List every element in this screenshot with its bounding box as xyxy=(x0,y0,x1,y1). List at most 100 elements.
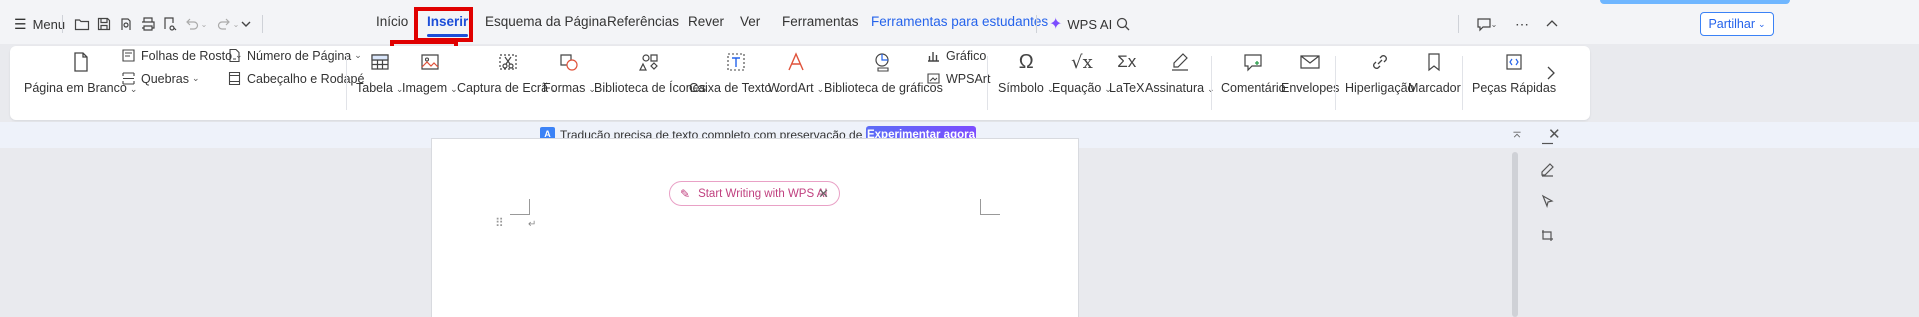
ribbon-divider xyxy=(1211,56,1212,110)
export-pdf-icon[interactable] xyxy=(116,14,136,34)
minimize-panel-icon[interactable] xyxy=(1538,134,1556,152)
scrollbar-thumb[interactable] xyxy=(1512,152,1518,317)
comment-menu-chevron-icon[interactable]: ⌄ xyxy=(1488,14,1500,34)
highlight-inserir-tab xyxy=(414,7,473,42)
paragraph-mark-icon: ↵ xyxy=(528,219,537,230)
wordart-button[interactable]: WordArt ⌄ xyxy=(768,49,824,95)
pen-icon: ✎ xyxy=(680,186,691,201)
symbol-label: Símbolo xyxy=(998,81,1044,95)
customize-toolbar-chevron-icon[interactable] xyxy=(236,14,256,34)
blank-page-icon xyxy=(68,49,94,75)
chart-library-label: Biblioteca de gráficos xyxy=(824,81,943,95)
tab-ver[interactable]: Ver xyxy=(740,14,760,29)
chart-button[interactable]: Gráfico xyxy=(926,48,986,63)
chart-library-button[interactable]: Biblioteca de gráficos xyxy=(824,49,943,95)
table-button[interactable]: Tabela ⌄ xyxy=(356,49,403,95)
cover-pages-icon xyxy=(122,49,135,62)
wordart-label: WordArt xyxy=(768,81,814,95)
tab-ferramentas[interactable]: Ferramentas xyxy=(782,14,859,29)
text-box-label: Caixa de Texto xyxy=(689,81,772,95)
comment-button[interactable]: Comentário xyxy=(1221,49,1286,95)
image-icon xyxy=(417,49,443,75)
breaks-button[interactable]: Quebras ⌄ xyxy=(121,71,200,86)
table-icon xyxy=(367,49,393,75)
close-icon[interactable]: ✕ xyxy=(818,186,829,202)
tab-esquema-da-pagina[interactable]: Esquema da Página xyxy=(485,14,607,29)
crop-icon[interactable] xyxy=(1538,226,1556,244)
margin-corner-right xyxy=(980,199,1000,215)
wps-ai-sparkle-icon: ✦ xyxy=(1049,16,1063,33)
scroll-up-icon[interactable] xyxy=(1512,130,1522,140)
page-number-button[interactable]: Número de Página ⌄ xyxy=(227,48,362,63)
signature-button[interactable]: Assinatura⌄ xyxy=(1145,49,1215,95)
ribbon-divider xyxy=(987,56,988,110)
breaks-label: Quebras xyxy=(141,71,189,86)
envelopes-button[interactable]: Envelopes xyxy=(1281,49,1339,95)
ai-prompt-label: Start Writing with WPS AI xyxy=(698,187,828,200)
hamburger-icon: ☰ xyxy=(14,15,27,32)
bookmark-icon xyxy=(1421,49,1447,75)
insert-ribbon: Página em Branco ⌄ Folhas de Rosto ⌄ Quebr… xyxy=(10,46,1590,120)
tab-inicio[interactable]: Início xyxy=(376,14,408,29)
quick-parts-icon xyxy=(1501,49,1527,75)
tab-rever[interactable]: Rever xyxy=(688,14,724,29)
hyperlink-button[interactable]: Hiperligação xyxy=(1345,49,1414,95)
page-number-icon xyxy=(229,48,240,63)
collapse-ribbon-icon[interactable] xyxy=(1542,14,1562,34)
latex-label: LaTeX xyxy=(1109,81,1145,95)
envelope-icon xyxy=(1297,49,1323,75)
latex-button[interactable]: Σx LaTeX xyxy=(1109,49,1144,95)
wps-ai-button[interactable]: ✦ WPS AI xyxy=(1049,12,1112,36)
divider xyxy=(262,15,263,33)
more-options-icon[interactable]: ⋯ xyxy=(1512,14,1532,34)
symbol-button[interactable]: Ω Símbolo ⌄ xyxy=(998,49,1054,96)
wpsart-label: WPSArt xyxy=(946,71,991,86)
share-button[interactable]: Partilhar ⌄ xyxy=(1700,12,1774,36)
header-footer-icon xyxy=(228,71,241,86)
image-label: Imagem xyxy=(402,81,448,95)
select-cursor-icon[interactable] xyxy=(1538,192,1556,210)
open-folder-icon[interactable] xyxy=(72,14,92,34)
ribbon-divider xyxy=(1335,56,1336,110)
cover-pages-label: Folhas de Rosto xyxy=(141,48,233,63)
save-icon[interactable] xyxy=(94,14,114,34)
bookmark-button[interactable]: Marcador xyxy=(1408,49,1461,95)
wpsart-button[interactable]: WPSArt xyxy=(926,71,990,86)
drag-handle-icon[interactable]: ⠿ xyxy=(495,216,504,230)
text-box-icon xyxy=(723,49,749,75)
main-menu-label: Menu xyxy=(32,16,66,32)
margin-corner-left xyxy=(510,199,530,215)
tab-referencias[interactable]: Referências xyxy=(607,14,679,29)
equation-button[interactable]: √x Equação ⌄ xyxy=(1052,49,1112,96)
search-icon[interactable] xyxy=(1113,14,1133,34)
print-preview-icon[interactable] xyxy=(160,14,180,34)
screenshot-label: Captura de Ecrã xyxy=(457,81,549,95)
latex-icon: Σx xyxy=(1117,52,1137,71)
main-menu-button[interactable]: ☰ Menu xyxy=(14,12,65,36)
cover-pages-button[interactable]: Folhas de Rosto ⌄ xyxy=(121,48,243,63)
blank-page-label: Página em Branco xyxy=(24,81,127,95)
edit-pen-icon[interactable] xyxy=(1538,160,1556,178)
signature-label: Assinatura xyxy=(1145,81,1205,95)
bar-chart-icon xyxy=(928,52,939,62)
ribbon-scroll-right-button[interactable] xyxy=(1538,60,1564,92)
icon-library-icon xyxy=(637,49,663,75)
tab-ferramentas-para-estudantes[interactable]: Ferramentas para estudantes xyxy=(871,14,1048,29)
account-strip xyxy=(1600,0,1790,4)
header-footer-button[interactable]: Cabeçalho e Rodapé xyxy=(227,71,364,86)
equation-label: Equação xyxy=(1052,81,1102,95)
undo-dropdown-icon[interactable]: ⌄ xyxy=(198,14,210,34)
print-icon[interactable] xyxy=(138,14,158,34)
wps-ai-writing-prompt[interactable]: ✎ Start Writing with WPS AI ✕ xyxy=(669,181,840,206)
shapes-label: Formas xyxy=(543,81,586,95)
chevron-down-icon: ⌄ xyxy=(1758,18,1766,29)
image-button[interactable]: Imagem ⌄ xyxy=(402,49,458,95)
wpsart-icon xyxy=(927,73,940,84)
wordart-icon xyxy=(783,49,809,75)
table-label: Tabela xyxy=(356,81,393,95)
shapes-button[interactable]: Formas ⌄ xyxy=(543,49,596,95)
chart-label: Gráfico xyxy=(946,48,987,63)
hyperlink-label: Hiperligação xyxy=(1345,81,1415,95)
envelopes-label: Envelopes xyxy=(1281,81,1340,95)
bookmark-label: Marcador xyxy=(1408,81,1461,95)
